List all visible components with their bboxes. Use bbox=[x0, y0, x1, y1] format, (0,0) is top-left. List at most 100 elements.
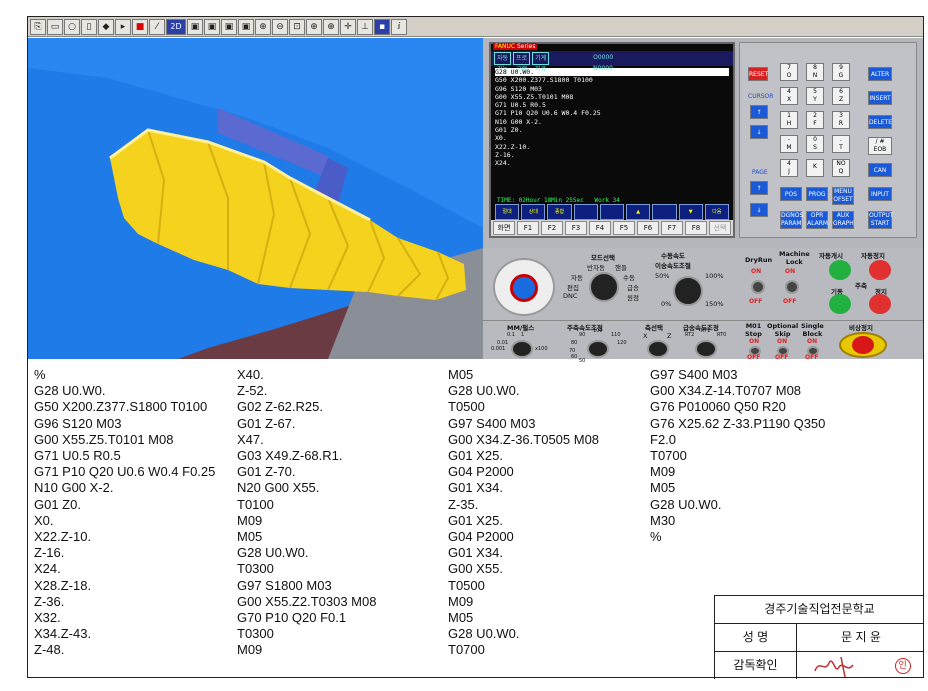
key-minus[interactable]: - M bbox=[780, 135, 798, 153]
feed-override-knob[interactable] bbox=[673, 276, 703, 306]
key-4[interactable]: 4 X bbox=[780, 87, 798, 105]
view-front-icon[interactable]: ▣ bbox=[204, 18, 220, 35]
softkey-down[interactable]: ▼ bbox=[678, 204, 703, 220]
page-down-key[interactable]: ↓ bbox=[750, 203, 768, 217]
zoom-in-icon[interactable]: ⊕ bbox=[255, 18, 271, 35]
key-dot[interactable]: . T bbox=[832, 135, 850, 153]
fkey-f3[interactable]: F3 bbox=[565, 221, 587, 235]
handwheel[interactable] bbox=[493, 258, 555, 316]
fkey-f7[interactable]: F7 bbox=[661, 221, 683, 235]
fkey-f4[interactable]: F4 bbox=[589, 221, 611, 235]
spindle-override-knob[interactable] bbox=[587, 340, 609, 358]
program-line: M09 bbox=[237, 642, 263, 658]
fkey-f8[interactable]: F8 bbox=[685, 221, 707, 235]
key-7[interactable]: 7 O bbox=[780, 63, 798, 81]
material-icon[interactable]: ▯ bbox=[81, 18, 97, 35]
page-up-key[interactable]: ↑ bbox=[750, 181, 768, 195]
2d-icon[interactable]: 2D bbox=[166, 18, 186, 35]
softkey[interactable]: 절대 bbox=[495, 204, 520, 220]
fkey-f2[interactable]: F2 bbox=[541, 221, 563, 235]
key-9[interactable]: 9 G bbox=[832, 63, 850, 81]
key-k[interactable]: K bbox=[806, 159, 824, 177]
key-6[interactable]: 6 Z bbox=[832, 87, 850, 105]
mode-select-knob[interactable] bbox=[589, 272, 619, 302]
eob-key[interactable]: / # EOB bbox=[868, 137, 892, 155]
prog-key[interactable]: PROG bbox=[806, 187, 828, 201]
stamp-school-row: 경주기술직업전문학교 bbox=[715, 596, 924, 624]
fkey-select[interactable]: 선택 bbox=[709, 221, 731, 235]
program-column-2: X40. Z-52. G02 Z-62.R25. G01 Z-67. X47. G03 X… bbox=[237, 367, 376, 659]
zoom-fit-icon[interactable]: ⊕ bbox=[306, 18, 322, 35]
key-0[interactable]: 0 S bbox=[806, 135, 824, 153]
reset-key[interactable]: RESET bbox=[748, 67, 768, 81]
machine-lock-switch[interactable] bbox=[785, 280, 799, 294]
input-key[interactable]: INPUT bbox=[868, 187, 892, 201]
zoom-out-icon[interactable]: ⊖ bbox=[272, 18, 288, 35]
mm-pulse-knob[interactable] bbox=[511, 340, 533, 358]
fkey-f5[interactable]: F5 bbox=[613, 221, 635, 235]
key-2[interactable]: 2 F bbox=[806, 111, 824, 129]
info-icon[interactable]: ⅈ bbox=[391, 18, 407, 35]
key-3[interactable]: 3 R bbox=[832, 111, 850, 129]
rotate-icon[interactable]: ○ bbox=[64, 18, 80, 35]
can-key[interactable]: CAN bbox=[868, 163, 892, 177]
aux-graph-key[interactable]: AUX GRAPH bbox=[832, 211, 854, 229]
key-1[interactable]: 1 H bbox=[780, 111, 798, 129]
open-icon[interactable]: ⎘ bbox=[30, 18, 46, 35]
pan-icon[interactable]: ✛ bbox=[340, 18, 356, 35]
alter-key[interactable]: ALTER bbox=[868, 67, 892, 81]
3d-viewport[interactable] bbox=[28, 38, 483, 359]
softkey[interactable]: 상대 bbox=[521, 204, 546, 220]
color-icon[interactable]: ▪ bbox=[374, 18, 390, 35]
tool-icon[interactable]: ◆ bbox=[98, 18, 114, 35]
zoom-window-icon[interactable]: ⊡ bbox=[289, 18, 305, 35]
play-icon[interactable]: ▸ bbox=[115, 18, 131, 35]
key-j[interactable]: 4 J bbox=[780, 159, 798, 177]
auto-start-button[interactable] bbox=[829, 260, 851, 280]
key-8[interactable]: 8 N bbox=[806, 63, 824, 81]
view-side-icon[interactable]: ▣ bbox=[221, 18, 237, 35]
view-iso-icon[interactable]: ▣ bbox=[238, 18, 254, 35]
save-icon[interactable]: ▭ bbox=[47, 18, 63, 35]
rapid-override-knob[interactable] bbox=[695, 340, 717, 358]
supervisor-signature: 인 bbox=[798, 652, 924, 679]
softkey[interactable]: 종합 bbox=[547, 204, 572, 220]
insert-key[interactable]: INSERT bbox=[868, 91, 892, 105]
spindle-value: 90 bbox=[579, 332, 586, 338]
softkey-next[interactable]: 다음 프로그램 bbox=[704, 204, 729, 229]
fkey-f1[interactable]: F1 bbox=[517, 221, 539, 235]
auto-stop-button[interactable] bbox=[869, 260, 891, 280]
softkey-up[interactable]: ▲ bbox=[626, 204, 651, 220]
softkey[interactable] bbox=[573, 204, 598, 220]
axis-select-label: 축선택 bbox=[645, 324, 663, 332]
menu-offset-key[interactable]: MENU OFSET bbox=[832, 187, 854, 205]
key-q[interactable]: NO Q bbox=[832, 159, 850, 177]
zoom-all-icon[interactable]: ⊕ bbox=[323, 18, 339, 35]
cursor-down-key[interactable]: ↓ bbox=[750, 125, 768, 139]
stop-icon[interactable]: ■ bbox=[132, 18, 148, 35]
nc-tab[interactable]: 프로 그램 bbox=[513, 52, 531, 73]
softkey[interactable] bbox=[599, 204, 625, 220]
view-top-icon[interactable]: ▣ bbox=[187, 18, 203, 35]
fkey-f6[interactable]: F6 bbox=[637, 221, 659, 235]
reset-icon[interactable]: ⁄ bbox=[149, 18, 165, 35]
key-5[interactable]: 5 Y bbox=[806, 87, 824, 105]
output-start-key[interactable]: OUTPUT START bbox=[868, 211, 893, 229]
softkey[interactable] bbox=[652, 204, 677, 220]
opr-alarm-key[interactable]: OPR ALARM bbox=[806, 211, 828, 229]
delete-key[interactable]: DELETE bbox=[868, 115, 892, 129]
program-line: G50 X200.Z377.S1800 T0100 bbox=[34, 399, 208, 415]
cursor-up-key[interactable]: ↑ bbox=[750, 105, 768, 119]
nc-tab[interactable]: 기계 자료 bbox=[532, 52, 550, 73]
emergency-stop-button[interactable] bbox=[839, 332, 887, 358]
axis-icon[interactable]: ⊥ bbox=[357, 18, 373, 35]
spindle-stop-button[interactable] bbox=[869, 294, 891, 314]
nc-tab[interactable]: 자동 기능 bbox=[494, 52, 512, 73]
dgnos-key[interactable]: DGNOS PARAM bbox=[780, 211, 803, 229]
spindle-start-button[interactable] bbox=[829, 294, 851, 314]
axis-select-knob[interactable] bbox=[647, 340, 669, 358]
dryrun-switch[interactable] bbox=[751, 280, 765, 294]
fkey-screen[interactable]: 화면 bbox=[493, 221, 515, 235]
program-line: G28 U0.W0. bbox=[650, 496, 722, 512]
pos-key[interactable]: POS bbox=[780, 187, 802, 201]
